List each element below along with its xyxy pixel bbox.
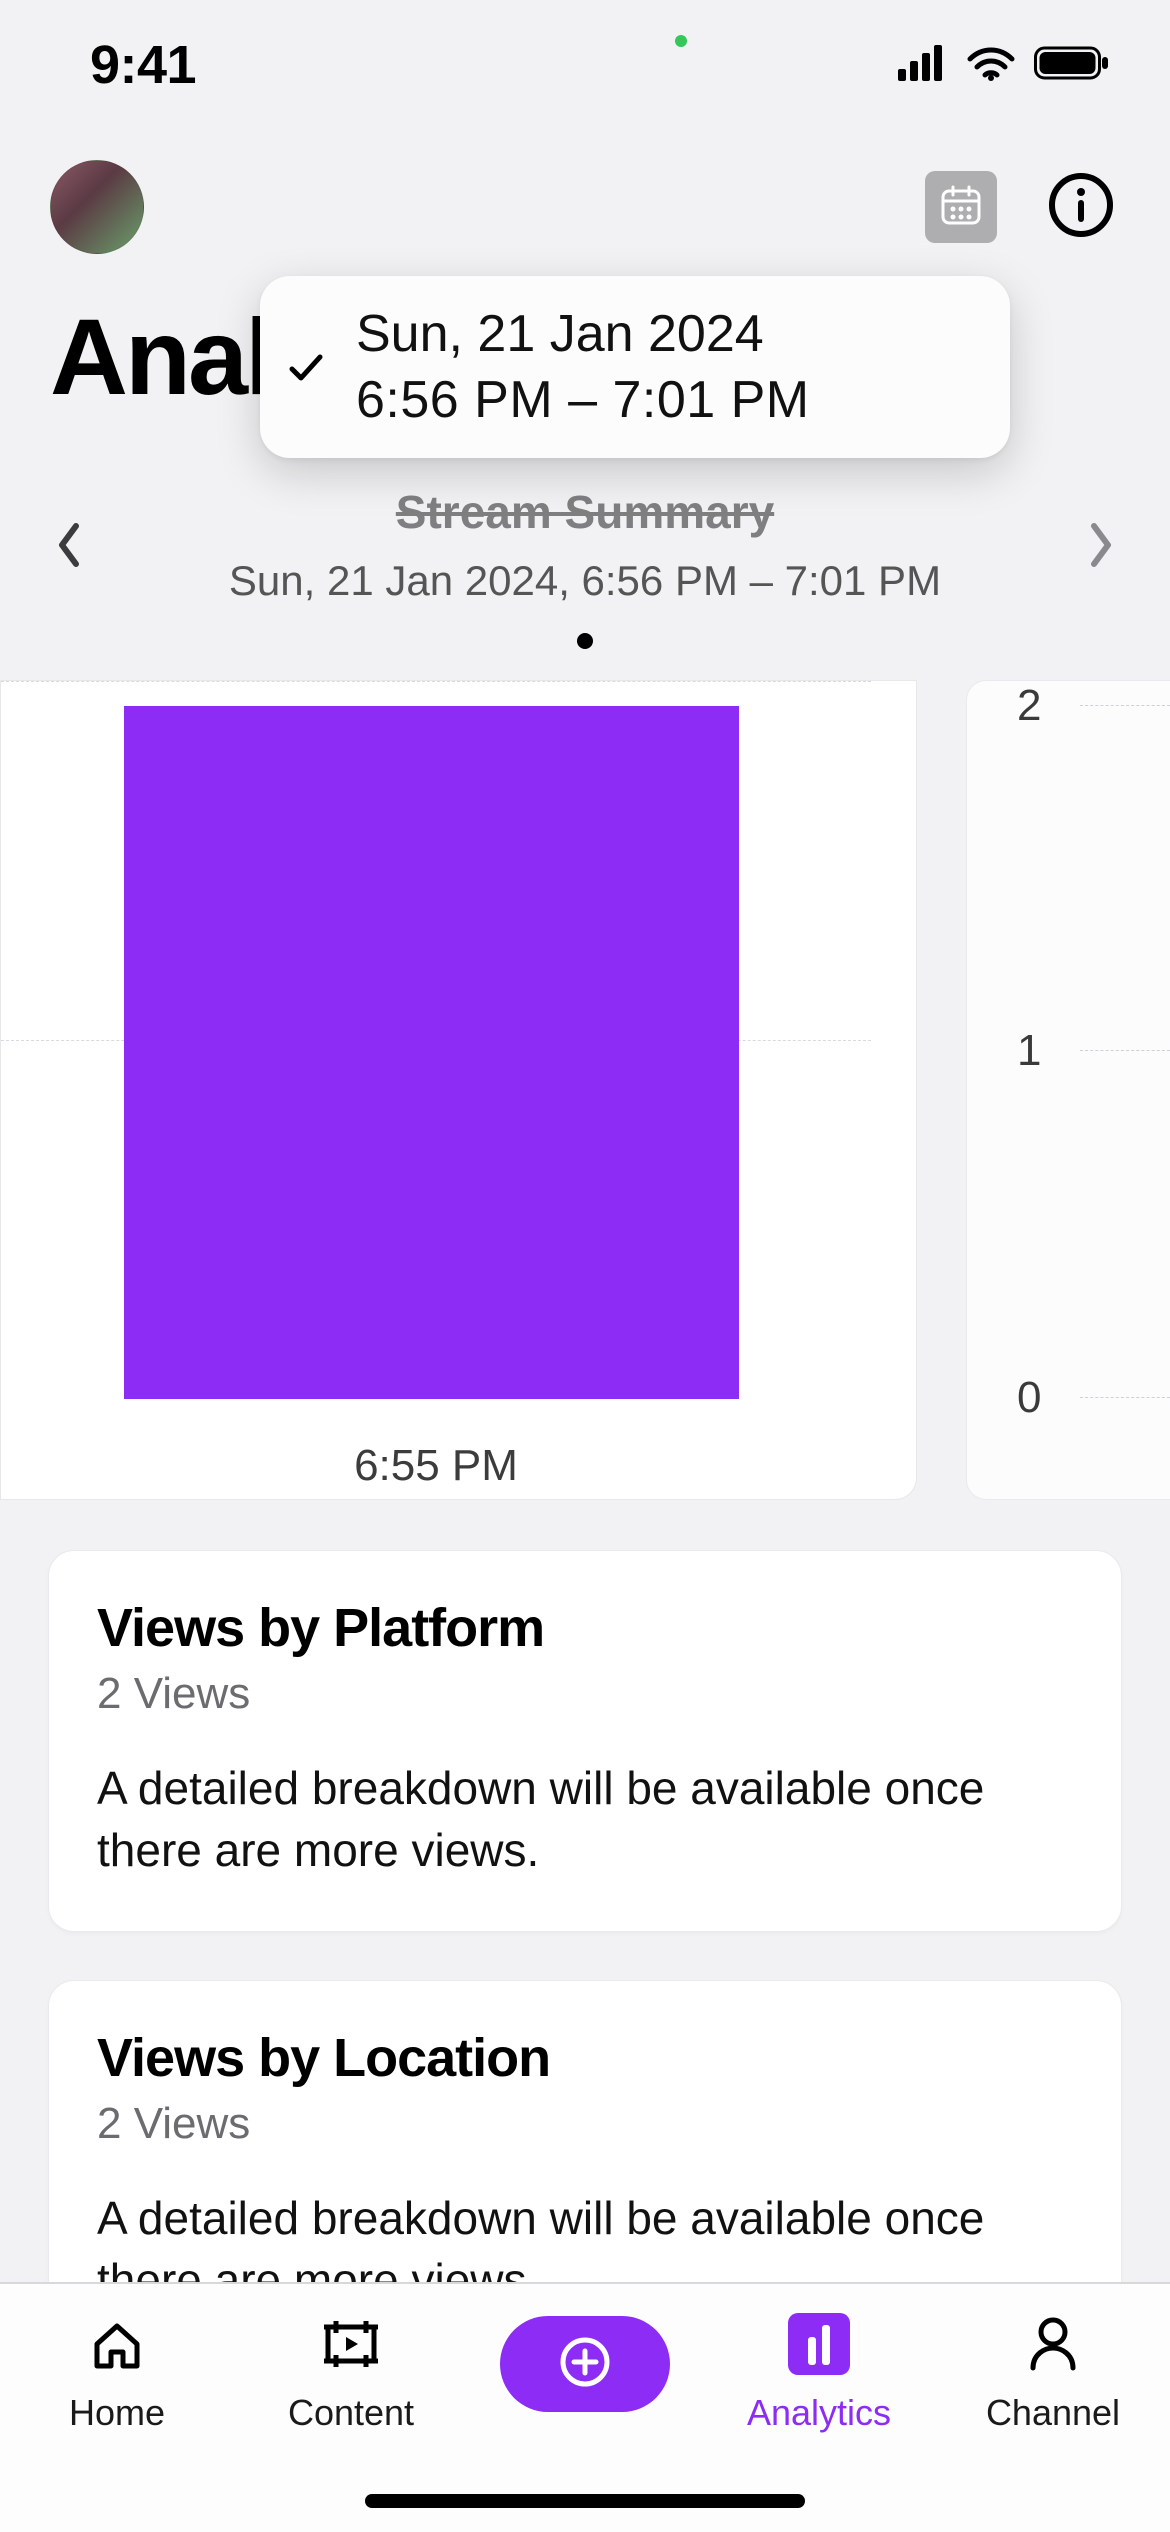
home-indicator[interactable] [365,2494,805,2508]
stream-summary-range: Sun, 21 Jan 2024, 6:56 PM – 7:01 PM [120,557,1050,605]
date-range-option[interactable]: Sun, 21 Jan 2024 6:56 PM – 7:01 PM [286,304,972,430]
tab-content[interactable]: Content [234,2312,468,2434]
card-body: A detailed breakdown will be available o… [97,1757,1073,1881]
axis-rule [1080,1050,1170,1051]
chevron-left-icon [56,522,84,573]
stream-summary-header: Stream Summary Sun, 21 Jan 2024, 6:56 PM… [120,489,1050,605]
tab-label: Home [69,2392,165,2434]
date-range-date: Sun, 21 Jan 2024 [356,304,810,364]
axis-tick: 2 [1017,681,1041,731]
card-title: Views by Location [97,2027,1073,2089]
header [0,130,1170,274]
tab-home[interactable]: Home [0,2312,234,2434]
info-icon [1047,171,1115,244]
cellular-icon [898,45,948,86]
tab-label: Content [288,2392,414,2434]
calendar-button[interactable] [925,171,997,243]
views-by-platform-card[interactable]: Views by Platform 2 Views A detailed bre… [48,1550,1122,1932]
chart-area: 6:55 PM 2 1 0 [0,680,1170,1500]
tab-label: Analytics [747,2392,891,2434]
camera-indicator-dot [675,35,687,47]
calendar-icon [937,181,985,234]
status-right [898,45,1110,86]
chart-card[interactable]: 6:55 PM [0,680,917,1500]
home-icon [87,2312,147,2376]
card-subtitle: 2 Views [97,2099,1073,2149]
chart-bar [124,706,739,1399]
card-title: Views by Platform [97,1597,1073,1659]
axis-tick: 0 [1017,1373,1041,1423]
stream-summary-title: Stream Summary [120,489,1050,535]
status-time: 9:41 [90,34,196,96]
chevron-right-icon [1086,522,1114,573]
tab-analytics[interactable]: Analytics [702,2312,936,2434]
battery-icon [1034,45,1110,86]
create-button[interactable] [500,2316,670,2412]
tab-create[interactable] [468,2312,702,2412]
axis-rule [1080,705,1170,706]
person-icon [1025,2312,1081,2376]
analytics-icon [788,2312,850,2376]
pager-dot [577,633,593,649]
wifi-icon [966,45,1016,86]
date-range-popover[interactable]: Sun, 21 Jan 2024 6:56 PM – 7:01 PM [260,276,1010,458]
tab-label: Channel [986,2392,1120,2434]
date-range-text: Sun, 21 Jan 2024 6:56 PM – 7:01 PM [356,304,810,430]
axis-rule [1080,1397,1170,1398]
tab-bar: Home Content Analytics Channel [0,2282,1170,2532]
check-icon [286,347,326,387]
pager [0,615,1170,680]
info-button[interactable] [1047,171,1115,244]
tab-channel[interactable]: Channel [936,2312,1170,2434]
date-range-time: 6:56 PM – 7:01 PM [356,370,810,430]
prev-stream-button[interactable] [40,522,100,573]
avatar[interactable] [50,160,144,254]
chart-axis-card[interactable]: 2 1 0 [966,680,1170,1500]
card-subtitle: 2 Views [97,1669,1073,1719]
content-icon [320,2312,382,2376]
cards: Views by Platform 2 Views A detailed bre… [0,1500,1170,2362]
status-bar: 9:41 [0,0,1170,130]
stream-summary-nav: Stream Summary Sun, 21 Jan 2024, 6:56 PM… [0,439,1170,615]
axis-tick: 1 [1017,1026,1041,1076]
plus-circle-icon [558,2335,612,2394]
next-stream-button[interactable] [1070,522,1130,573]
header-actions [925,171,1115,244]
chart-x-tick: 6:55 PM [1,1441,871,1491]
chart-gridline [1,681,871,682]
